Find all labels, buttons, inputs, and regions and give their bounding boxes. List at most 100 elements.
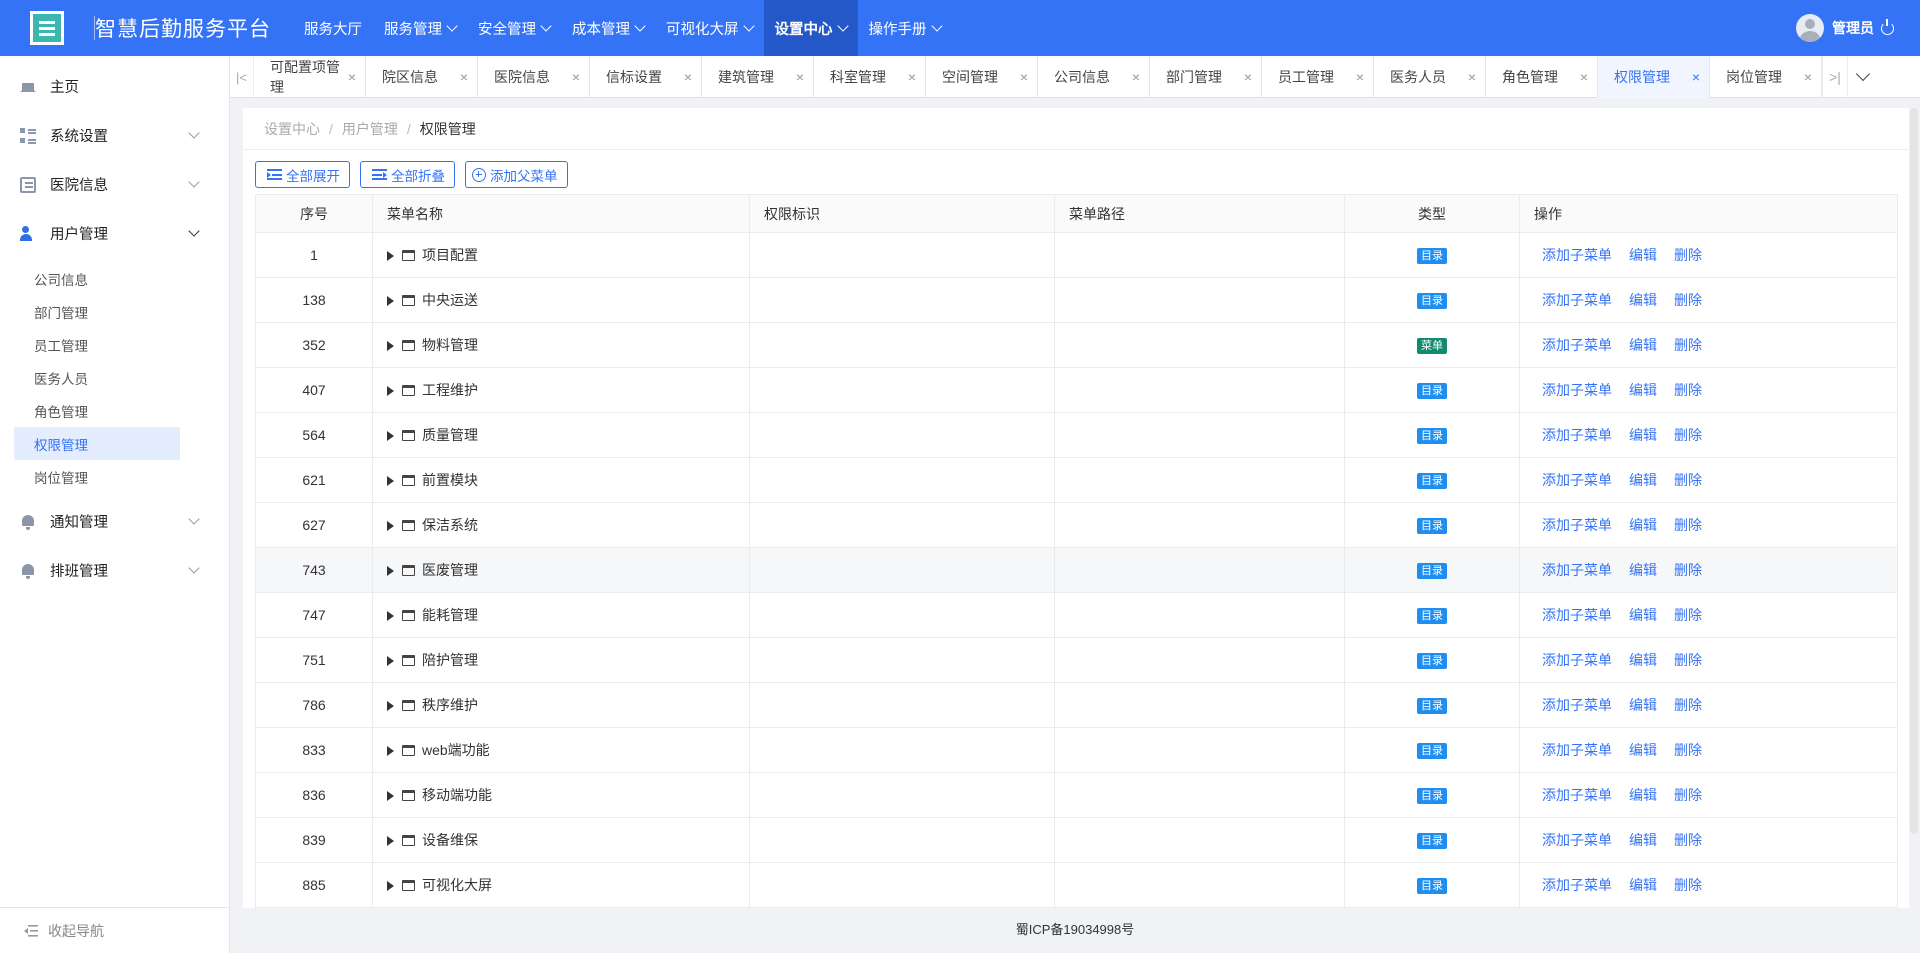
add-submenu-link[interactable]: 添加子菜单 <box>1542 877 1612 893</box>
expand-arrow-icon[interactable] <box>387 251 394 261</box>
close-icon[interactable]: × <box>908 69 916 85</box>
expand-arrow-icon[interactable] <box>387 296 394 306</box>
close-icon[interactable]: × <box>1244 69 1252 85</box>
tab-item[interactable]: 院区信息 × <box>366 56 478 98</box>
close-icon[interactable]: × <box>1468 69 1476 85</box>
avatar[interactable] <box>1796 14 1824 42</box>
sidebar-group-3[interactable]: 通知管理 <box>0 497 229 546</box>
edit-link[interactable]: 编辑 <box>1629 697 1657 713</box>
tab-scroll-right-button[interactable]: >| <box>1822 56 1847 98</box>
nav-item-5[interactable]: 设置中心 <box>763 0 858 56</box>
sidebar-group-1[interactable]: 医院信息 <box>0 160 229 209</box>
expand-arrow-icon[interactable] <box>387 521 394 531</box>
delete-link[interactable]: 删除 <box>1674 742 1702 758</box>
delete-link[interactable]: 删除 <box>1674 877 1702 893</box>
expand-arrow-icon[interactable] <box>387 386 394 396</box>
delete-link[interactable]: 删除 <box>1674 337 1702 353</box>
sidebar-subitem[interactable]: 岗位管理 <box>0 460 229 493</box>
close-icon[interactable]: × <box>684 69 692 85</box>
expand-arrow-icon[interactable] <box>387 791 394 801</box>
add-submenu-link[interactable]: 添加子菜单 <box>1542 697 1612 713</box>
delete-link[interactable]: 删除 <box>1674 787 1702 803</box>
nav-item-6[interactable]: 操作手册 <box>858 0 952 56</box>
delete-link[interactable]: 删除 <box>1674 652 1702 668</box>
edit-link[interactable]: 编辑 <box>1629 472 1657 488</box>
add-submenu-link[interactable]: 添加子菜单 <box>1542 652 1612 668</box>
sidebar-subitem[interactable]: 员工管理 <box>0 328 229 361</box>
tab-item[interactable]: 权限管理 × <box>1598 56 1710 98</box>
close-icon[interactable]: × <box>1692 69 1700 85</box>
breadcrumb-item[interactable]: 设置中心 <box>264 119 320 139</box>
sidebar-item-home[interactable]: 主页 <box>0 62 229 111</box>
edit-link[interactable]: 编辑 <box>1629 382 1657 398</box>
breadcrumb-item[interactable]: 用户管理 <box>342 119 398 139</box>
delete-link[interactable]: 删除 <box>1674 427 1702 443</box>
collapse-nav-button[interactable]: 收起导航 <box>0 907 229 953</box>
close-icon[interactable]: × <box>348 69 356 85</box>
tab-item[interactable]: 部门管理 × <box>1150 56 1262 98</box>
sidebar-subitem[interactable]: 权限管理 <box>14 427 180 460</box>
add-submenu-link[interactable]: 添加子菜单 <box>1542 607 1612 623</box>
close-icon[interactable]: × <box>1356 69 1364 85</box>
close-icon[interactable]: × <box>1020 69 1028 85</box>
expand-arrow-icon[interactable] <box>387 341 394 351</box>
edit-link[interactable]: 编辑 <box>1629 877 1657 893</box>
delete-link[interactable]: 删除 <box>1674 697 1702 713</box>
delete-link[interactable]: 删除 <box>1674 832 1702 848</box>
sidebar-subitem[interactable]: 部门管理 <box>0 295 229 328</box>
delete-link[interactable]: 删除 <box>1674 292 1702 308</box>
user-name[interactable]: 管理员 <box>1832 18 1874 38</box>
nav-item-4[interactable]: 可视化大屏 <box>655 0 764 56</box>
tab-scroll-left-button[interactable]: |< <box>230 56 254 98</box>
edit-link[interactable]: 编辑 <box>1629 787 1657 803</box>
tab-item[interactable]: 岗位管理 × <box>1710 56 1822 98</box>
tab-item[interactable]: 角色管理 × <box>1486 56 1598 98</box>
add-submenu-link[interactable]: 添加子菜单 <box>1542 382 1612 398</box>
tab-item[interactable]: 医务人员 × <box>1374 56 1486 98</box>
edit-link[interactable]: 编辑 <box>1629 247 1657 263</box>
sidebar-subitem[interactable]: 医务人员 <box>0 361 229 394</box>
tab-item[interactable]: 空间管理 × <box>926 56 1038 98</box>
edit-link[interactable]: 编辑 <box>1629 562 1657 578</box>
close-icon[interactable]: × <box>460 69 468 85</box>
close-icon[interactable]: × <box>1132 69 1140 85</box>
sidebar-subitem[interactable]: 角色管理 <box>0 394 229 427</box>
add-submenu-link[interactable]: 添加子菜单 <box>1542 787 1612 803</box>
edit-link[interactable]: 编辑 <box>1629 337 1657 353</box>
edit-link[interactable]: 编辑 <box>1629 832 1657 848</box>
sidebar-group-0[interactable]: 系统设置 <box>0 111 229 160</box>
delete-link[interactable]: 删除 <box>1674 247 1702 263</box>
close-icon[interactable]: × <box>572 69 580 85</box>
close-icon[interactable]: × <box>796 69 804 85</box>
expand-arrow-icon[interactable] <box>387 746 394 756</box>
nav-item-3[interactable]: 成本管理 <box>561 0 655 56</box>
add-submenu-link[interactable]: 添加子菜单 <box>1542 562 1612 578</box>
edit-link[interactable]: 编辑 <box>1629 652 1657 668</box>
add-submenu-link[interactable]: 添加子菜单 <box>1542 832 1612 848</box>
tab-item[interactable]: 可配置项管理 × <box>254 56 366 98</box>
expand-arrow-icon[interactable] <box>387 656 394 666</box>
collapse-all-button[interactable]: 全部折叠 <box>360 161 455 188</box>
expand-arrow-icon[interactable] <box>387 836 394 846</box>
tab-item[interactable]: 医院信息 × <box>478 56 590 98</box>
edit-link[interactable]: 编辑 <box>1629 742 1657 758</box>
sidebar-group-2[interactable]: 用户管理 <box>0 209 229 258</box>
sidebar-group-4[interactable]: 排班管理 <box>0 546 229 595</box>
add-submenu-link[interactable]: 添加子菜单 <box>1542 337 1612 353</box>
delete-link[interactable]: 删除 <box>1674 607 1702 623</box>
edit-link[interactable]: 编辑 <box>1629 427 1657 443</box>
expand-arrow-icon[interactable] <box>387 431 394 441</box>
expand-arrow-icon[interactable] <box>387 566 394 576</box>
tab-item[interactable]: 建筑管理 × <box>702 56 814 98</box>
delete-link[interactable]: 删除 <box>1674 517 1702 533</box>
expand-arrow-icon[interactable] <box>387 611 394 621</box>
user-menu[interactable]: 管理员 <box>1796 0 1894 56</box>
edit-link[interactable]: 编辑 <box>1629 292 1657 308</box>
add-parent-menu-button[interactable]: 添加父菜单 <box>465 161 568 188</box>
add-submenu-link[interactable]: 添加子菜单 <box>1542 292 1612 308</box>
edit-link[interactable]: 编辑 <box>1629 607 1657 623</box>
tab-item[interactable]: 信标设置 × <box>590 56 702 98</box>
nav-item-2[interactable]: 安全管理 <box>467 0 561 56</box>
tab-item[interactable]: 员工管理 × <box>1262 56 1374 98</box>
scrollbar[interactable] <box>1910 108 1918 834</box>
